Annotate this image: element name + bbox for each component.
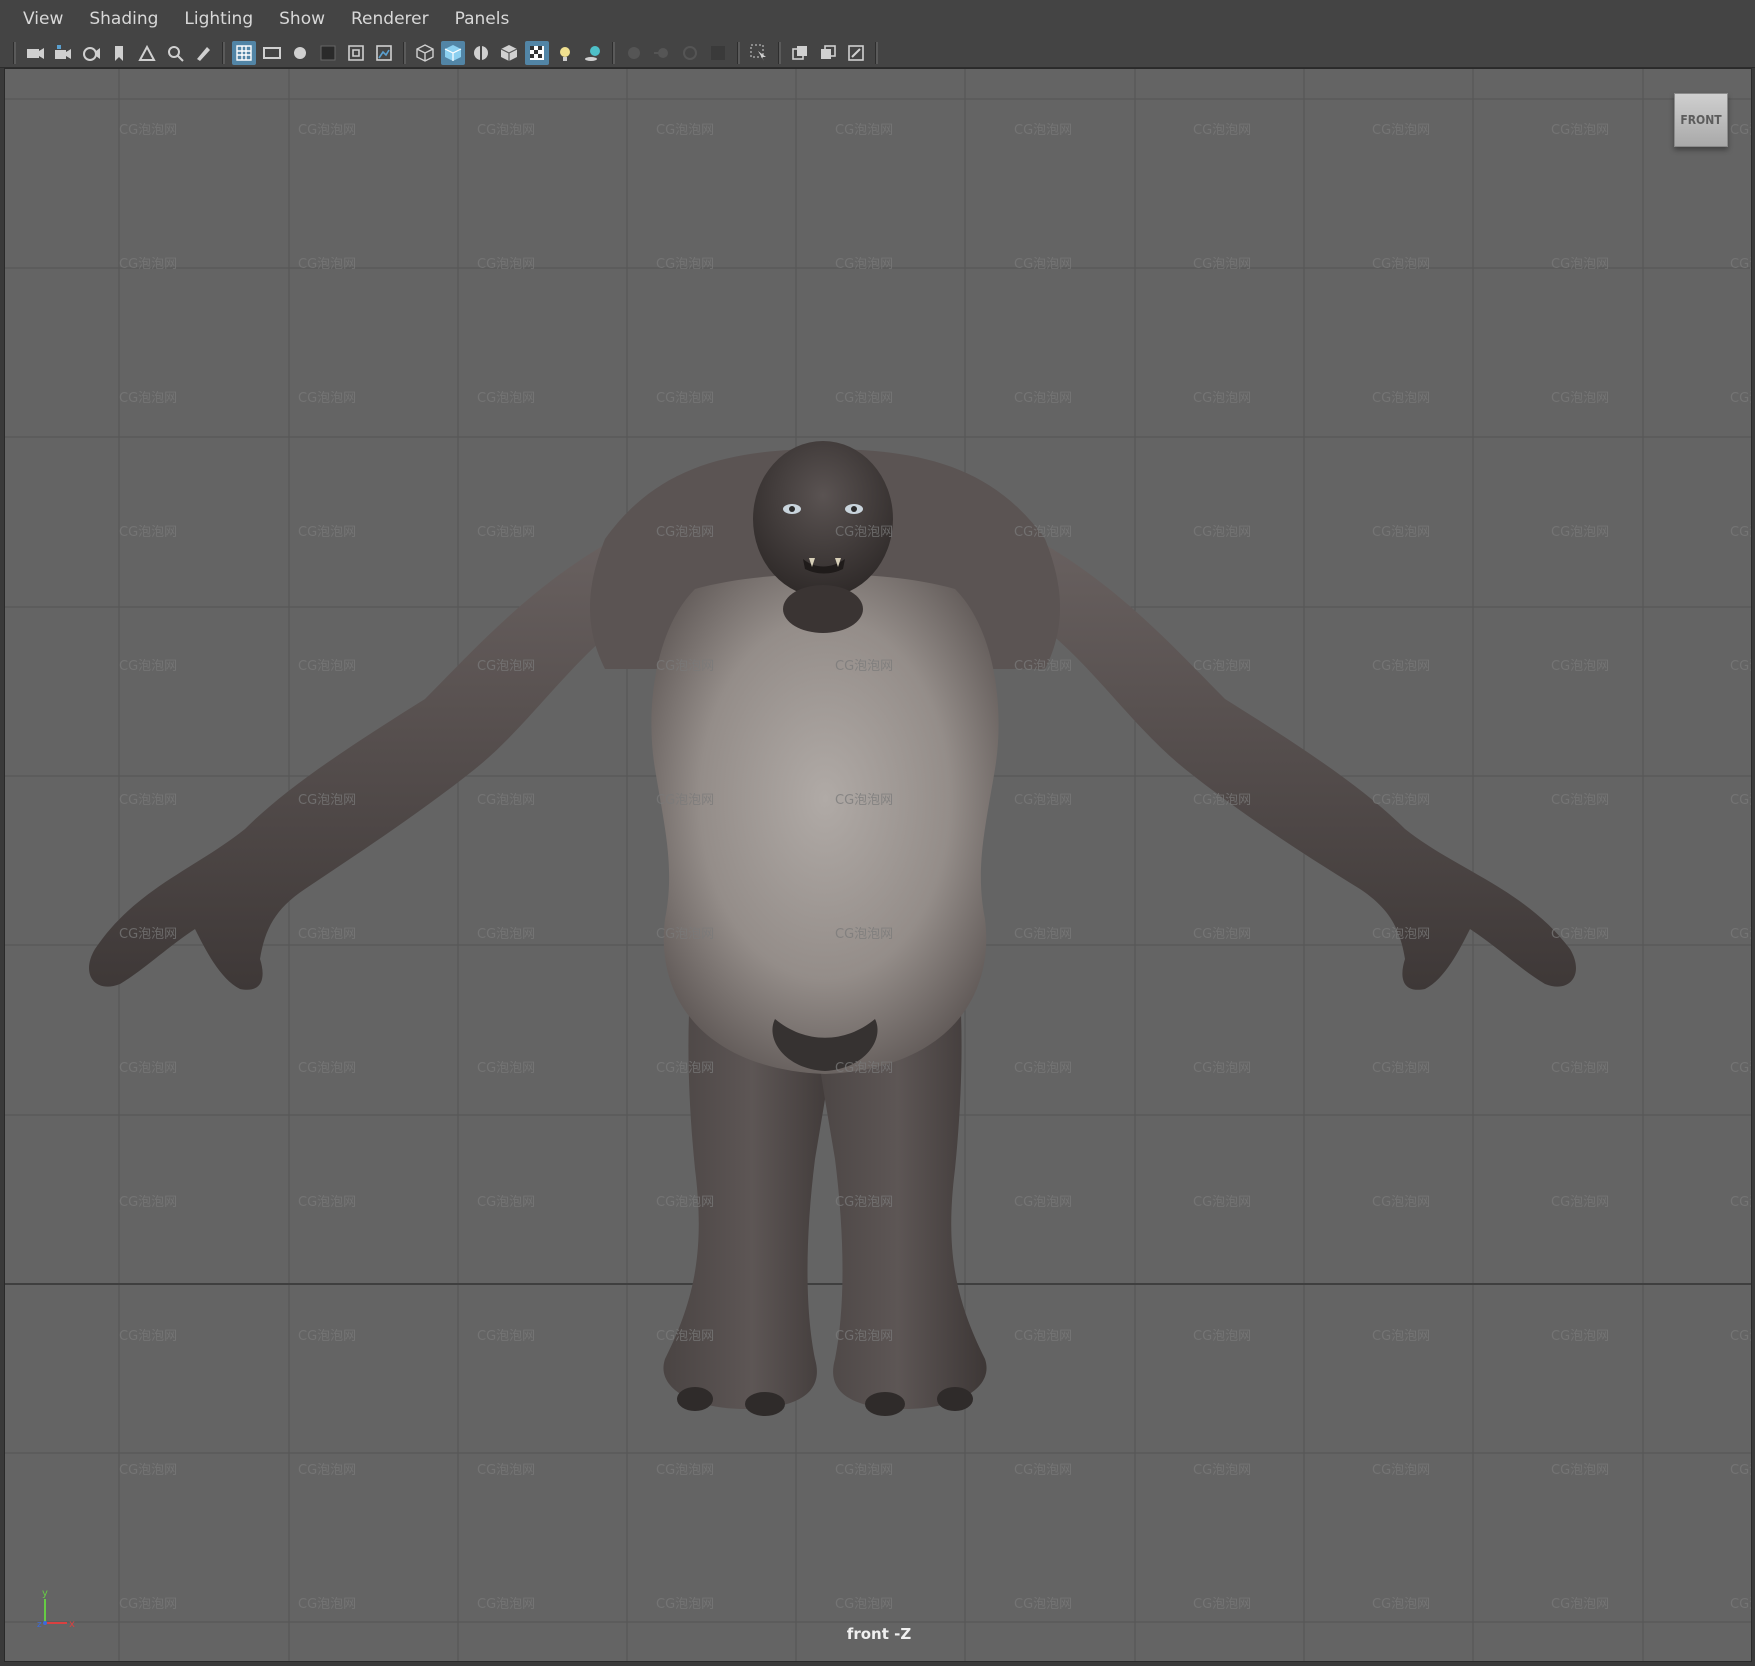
anti-aliasing-icon[interactable] bbox=[678, 41, 702, 65]
view-cube-label: FRONT bbox=[1680, 113, 1722, 127]
viewport-menu-bar: View Shading Lighting Show Renderer Panels bbox=[0, 0, 1755, 38]
right-pupil bbox=[851, 506, 857, 512]
isolate-select-icon[interactable] bbox=[747, 41, 771, 65]
grid-icon[interactable] bbox=[232, 40, 256, 65]
right-foot-toe bbox=[865, 1392, 905, 1416]
left-foot-toe bbox=[745, 1392, 785, 1416]
wireframe-icon[interactable] bbox=[413, 41, 437, 65]
toolbar-separator bbox=[222, 41, 225, 64]
camera-label: front -Z bbox=[846, 1625, 912, 1643]
camera-icon[interactable] bbox=[23, 41, 47, 65]
view-cube[interactable]: FRONT bbox=[1674, 93, 1728, 147]
field-chart-icon[interactable] bbox=[344, 41, 368, 65]
toolbar-separator bbox=[778, 41, 781, 64]
use-all-lights-icon[interactable] bbox=[553, 41, 577, 65]
head bbox=[753, 441, 893, 597]
grease-pencil-icon[interactable] bbox=[191, 41, 215, 65]
textured-icon[interactable] bbox=[525, 40, 549, 65]
axis-y-label: y bbox=[42, 1588, 48, 1599]
left-arm bbox=[89, 524, 645, 990]
camera-attributes-icon[interactable] bbox=[51, 41, 75, 65]
default-material-icon[interactable] bbox=[497, 41, 521, 65]
troll-model[interactable] bbox=[5, 69, 1752, 1662]
torso bbox=[651, 574, 999, 1074]
2d-pan-zoom-icon[interactable] bbox=[163, 41, 187, 65]
right-arm bbox=[1005, 524, 1576, 990]
gate-mask-icon[interactable] bbox=[316, 41, 340, 65]
toolbar-separator bbox=[13, 41, 16, 64]
toolbar-separator bbox=[875, 41, 878, 64]
screen-space-ao-icon[interactable] bbox=[622, 41, 646, 65]
smooth-shade-icon[interactable] bbox=[441, 40, 465, 65]
motion-blur-icon[interactable] bbox=[650, 41, 674, 65]
shadows-icon[interactable] bbox=[581, 41, 605, 65]
toolbar-separator bbox=[737, 41, 740, 64]
camera-settings-icon[interactable] bbox=[79, 41, 103, 65]
toolbar-separator bbox=[612, 41, 615, 64]
left-foot-toe bbox=[677, 1387, 713, 1411]
safe-title-icon[interactable] bbox=[372, 41, 396, 65]
front-viewport[interactable]: CG泡泡网 CG泡泡网 CG泡泡网 CG泡泡网 CG泡泡网 CG泡泡网 CG泡泡网 CG泡泡网… bbox=[4, 68, 1752, 1662]
xray-active-icon[interactable] bbox=[844, 41, 868, 65]
menu-show[interactable]: Show bbox=[266, 9, 338, 29]
menu-renderer[interactable]: Renderer bbox=[338, 9, 442, 29]
film-gate-icon[interactable] bbox=[260, 41, 284, 65]
wireframe-on-shaded-icon[interactable] bbox=[469, 41, 493, 65]
toolbar-separator bbox=[403, 41, 406, 64]
resolution-gate-icon[interactable] bbox=[288, 41, 312, 65]
viewport-toolbar bbox=[0, 38, 1755, 68]
menu-view[interactable]: View bbox=[10, 9, 76, 29]
bookmark-icon[interactable] bbox=[107, 41, 131, 65]
xray-joints-icon[interactable] bbox=[816, 41, 840, 65]
right-foot-toe bbox=[937, 1387, 973, 1411]
xray-icon[interactable] bbox=[788, 41, 812, 65]
jaw bbox=[783, 585, 863, 633]
menu-panels[interactable]: Panels bbox=[442, 9, 523, 29]
depth-of-field-icon[interactable] bbox=[706, 41, 730, 65]
image-plane-icon[interactable] bbox=[135, 41, 159, 65]
menu-lighting[interactable]: Lighting bbox=[171, 9, 266, 29]
menu-shading[interactable]: Shading bbox=[76, 9, 171, 29]
left-pupil bbox=[789, 506, 795, 512]
